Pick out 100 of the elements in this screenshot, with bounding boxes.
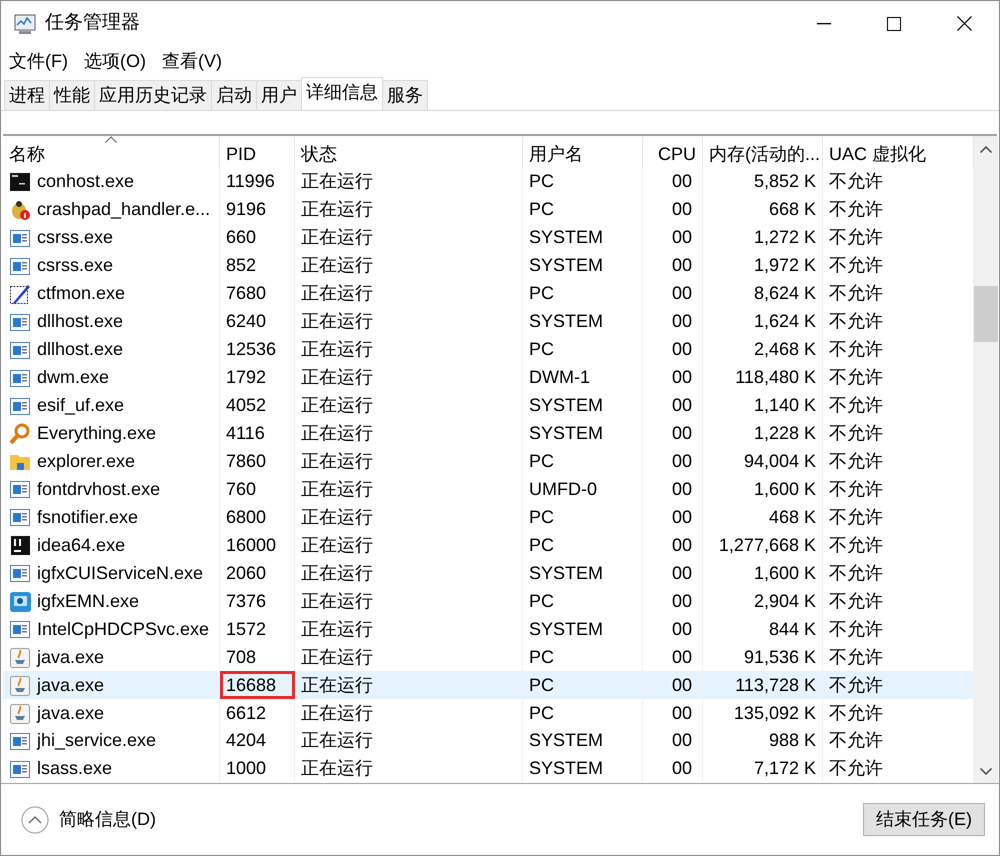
cpu-cell: 00	[643, 503, 703, 532]
memory-cell: 1,600 K	[703, 559, 823, 588]
pid-cell: 6240	[220, 308, 295, 336]
pid-cell: 2060	[220, 559, 295, 588]
column-header[interactable]: CPU	[643, 136, 703, 168]
memory-cell: 118,480 K	[703, 364, 823, 392]
menu-item[interactable]: 选项(O)	[84, 48, 146, 74]
status-cell: 正在运行	[295, 475, 523, 504]
process-name: idea64.exe	[37, 534, 126, 557]
cpu-cell: 00	[643, 168, 703, 196]
pid-cell: 760	[220, 475, 295, 504]
close-icon	[956, 16, 972, 31]
cup-icon	[9, 646, 31, 668]
window-title: 任务管理器	[45, 11, 140, 36]
window-icon	[9, 618, 31, 640]
memory-cell: 988 K	[703, 727, 823, 755]
tab[interactable]: 用户	[256, 80, 302, 110]
pid-cell: 7860	[220, 447, 295, 476]
process-name: crashpad_handler.e...	[37, 198, 210, 222]
status-cell: 正在运行	[295, 671, 523, 700]
user-cell: PC	[523, 503, 643, 532]
pid-cell: 7680	[220, 280, 295, 308]
pid-cell: 11996	[220, 168, 295, 196]
user-cell: PC	[523, 168, 643, 196]
cpu-cell: 00	[643, 671, 703, 700]
end-task-button[interactable]: 结束任务(E)	[863, 803, 985, 836]
column-header[interactable]: 内存(活动的...	[703, 136, 823, 168]
tab[interactable]: 性能	[49, 80, 95, 110]
user-cell: UMFD-0	[523, 475, 643, 504]
process-name: ctfmon.exe	[37, 282, 126, 306]
ide-icon	[9, 534, 31, 556]
status-cell: 正在运行	[295, 224, 523, 252]
pid-cell: 6612	[220, 699, 295, 728]
process-name: dllhost.exe	[37, 338, 124, 362]
status-cell: 正在运行	[295, 587, 523, 616]
status-cell: 正在运行	[295, 531, 523, 560]
pen-icon	[9, 282, 31, 305]
menu-item[interactable]: 查看(V)	[162, 48, 222, 74]
scrollbar-thumb[interactable]	[974, 286, 998, 342]
user-cell: PC	[523, 699, 643, 728]
cpu-cell: 00	[643, 727, 703, 755]
process-name: java.exe	[37, 674, 104, 697]
process-name: igfxEMN.exe	[37, 590, 140, 613]
pid-cell: 4052	[220, 392, 295, 420]
minimize-icon	[817, 22, 831, 24]
fewer-details-button[interactable]: 简略信息(D)	[15, 804, 162, 834]
user-cell: SYSTEM	[523, 754, 643, 783]
process-name: fsnotifier.exe	[37, 506, 138, 529]
cpu-cell: 00	[643, 559, 703, 588]
user-cell: PC	[523, 336, 643, 364]
status-cell: 正在运行	[295, 754, 523, 783]
user-cell: DWM-1	[523, 364, 643, 392]
scrollbar[interactable]	[974, 136, 998, 783]
cpu-cell: 00	[643, 392, 703, 420]
menu-item[interactable]: 文件(F)	[9, 48, 68, 74]
process-name: IntelCpHDCPSvc.exe	[37, 618, 210, 641]
user-cell: SYSTEM	[523, 559, 643, 588]
tab[interactable]: 启动	[211, 80, 257, 110]
status-cell: 正在运行	[295, 252, 523, 280]
pid-cell: 12536	[220, 336, 295, 364]
column-header[interactable]: PID	[220, 136, 295, 168]
cup-icon	[9, 702, 31, 724]
user-cell: SYSTEM	[523, 615, 643, 644]
column-header[interactable]: 用户名	[523, 136, 643, 168]
scroll-down-icon	[980, 768, 992, 775]
memory-cell: 1,272 K	[703, 224, 823, 252]
user-cell: PC	[523, 196, 643, 224]
tab[interactable]: 服务	[382, 80, 428, 110]
process-name: lsass.exe	[37, 757, 112, 780]
column-header[interactable]: 名称	[3, 136, 220, 168]
memory-cell: 1,624 K	[703, 308, 823, 336]
user-cell: SYSTEM	[523, 308, 643, 336]
process-name: esif_uf.exe	[37, 394, 124, 418]
magnifier-icon	[9, 422, 31, 444]
cpu-cell: 00	[643, 252, 703, 280]
memory-cell: 668 K	[703, 196, 823, 224]
table-row[interactable]: java.exe 16688 正在运行 PC 00 113,728 K 不允许	[3, 671, 974, 700]
memory-cell: 1,600 K	[703, 475, 823, 504]
pid-cell: 708	[220, 643, 295, 672]
console-icon	[9, 170, 31, 193]
cup-icon	[9, 674, 31, 696]
status-cell: 正在运行	[295, 503, 523, 532]
process-name: explorer.exe	[37, 450, 136, 473]
memory-cell: 135,092 K	[703, 699, 823, 728]
column-header[interactable]: 状态	[295, 136, 523, 168]
cpu-cell: 00	[643, 475, 703, 504]
maximize-icon	[887, 16, 901, 30]
cpu-cell: 00	[643, 531, 703, 560]
user-cell: PC	[523, 671, 643, 700]
scroll-up-icon	[980, 146, 992, 153]
user-cell: PC	[523, 587, 643, 616]
tab[interactable]: 应用历史记录	[94, 80, 212, 110]
memory-cell: 1,277,668 K	[703, 531, 823, 560]
status-cell: 正在运行	[295, 336, 523, 364]
pid-cell: 9196	[220, 196, 295, 224]
process-name: igfxCUIServiceN.exe	[37, 562, 204, 585]
window-icon	[9, 562, 31, 584]
tab[interactable]: 进程	[4, 80, 50, 110]
pid-cell: 7376	[220, 587, 295, 616]
user-cell: PC	[523, 531, 643, 560]
